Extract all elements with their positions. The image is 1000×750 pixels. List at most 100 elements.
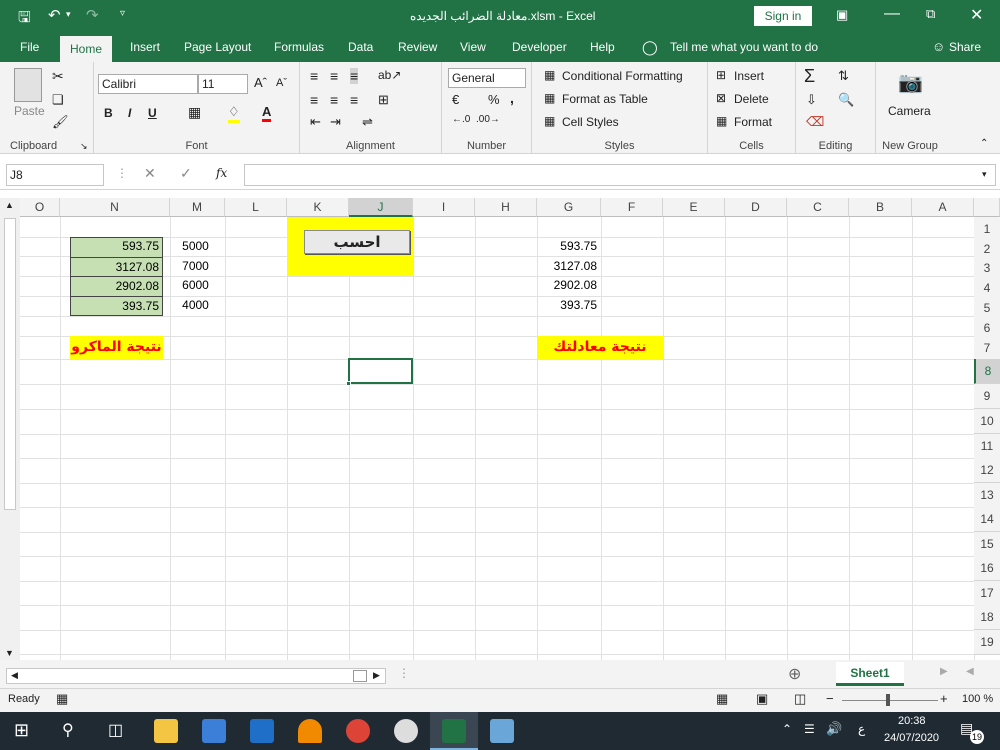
percent-button[interactable]: % [488,92,500,107]
fill-icon[interactable]: ⇩ [806,92,817,108]
cell-g3[interactable]: 3127.08 [537,257,601,276]
row-header[interactable]: 8 [974,359,1000,384]
borders-icon[interactable]: ▦ [188,104,201,121]
col-header-e[interactable]: E [663,198,725,217]
bottom-align-icon[interactable]: ≡ [350,68,359,84]
paste-icon[interactable] [14,68,42,102]
scroll-up-icon[interactable]: ▲ [5,200,14,210]
collapse-ribbon-icon[interactable]: ⌃ [980,138,988,149]
search-icon[interactable]: ⚲ [62,720,74,740]
vertical-scrollbar[interactable]: ▲ ▼ [0,198,20,660]
cancel-icon[interactable]: ✕ [144,165,156,182]
tab-help[interactable]: Help [588,32,617,62]
align-right-icon[interactable]: ≡ [350,92,358,108]
zoom-level[interactable]: 100 % [962,693,993,705]
col-header-c[interactable]: C [787,198,849,217]
tab-page-layout[interactable]: Page Layout [182,32,253,62]
zoom-out-icon[interactable]: − [826,691,834,706]
fill-color-icon[interactable]: ♢ [228,104,240,123]
active-cell-j8[interactable] [346,358,413,386]
clock-time[interactable]: 20:38 [898,715,926,727]
format-painter-icon[interactable]: 🖌 [52,114,69,130]
zoom-in-icon[interactable]: + [940,691,948,706]
save-icon[interactable]: 🖫 [18,7,31,32]
clock-date[interactable]: 24/07/2020 [884,732,939,744]
cell-n5[interactable]: 393.75 [70,296,163,315]
row-header[interactable]: 15 [974,532,1000,557]
orientation-icon[interactable]: ab↗ [378,68,401,82]
insert-function-button[interactable]: fx [216,166,227,180]
col-header-o[interactable]: O [20,198,60,217]
row-header[interactable]: 18 [974,605,1000,630]
align-center-icon[interactable]: ≡ [330,92,338,108]
format-as-table-button[interactable]: Format as Table [562,92,648,106]
cell-n2[interactable]: 593.75 [70,237,163,256]
calculate-button[interactable]: احسب [304,230,410,254]
redo-icon[interactable]: ↷ [86,6,99,24]
undo-dropdown-icon[interactable]: ▾ [66,9,71,20]
font-size-select[interactable]: 11 [198,74,248,94]
copy-icon[interactable]: ❏ [52,92,64,108]
number-format-select[interactable]: General [448,68,526,88]
tab-review[interactable]: Review [396,32,439,62]
scroll-down-icon[interactable]: ▼ [5,648,14,658]
tell-me-search[interactable]: Tell me what you want to do [668,32,820,62]
sign-in-button[interactable]: Sign in [754,6,812,26]
expand-formula-icon[interactable]: ▾ [982,169,987,180]
tab-insert[interactable]: Insert [128,32,162,62]
autosum-icon[interactable]: Σ [804,66,815,87]
app-icon[interactable] [490,719,514,743]
row-header[interactable]: 11 [974,434,1000,459]
restore-icon[interactable]: ⧉ [926,6,935,22]
share-button[interactable]: Share [947,32,983,62]
cell-m2[interactable]: 5000 [170,237,225,256]
comma-button[interactable]: , [510,90,514,106]
cell-m4[interactable]: 6000 [170,276,225,295]
col-header-k[interactable]: K [287,198,349,217]
increase-indent-icon[interactable]: ⇥ [330,114,341,130]
insert-cells-button[interactable]: Insert [734,69,764,83]
minimize-icon[interactable]: — [884,5,900,23]
decrease-decimal-icon[interactable]: .00→ [476,114,500,125]
tab-view[interactable]: View [458,32,488,62]
col-header-h[interactable]: H [475,198,537,217]
name-box[interactable]: J8 [6,164,104,186]
formula-input[interactable] [244,164,996,186]
volume-icon[interactable]: 🔊 [826,721,842,737]
horizontal-scrollbar[interactable]: ◀ ▶ [6,668,386,684]
row-header[interactable]: 7 [974,336,1000,361]
cut-icon[interactable]: ✂ [52,68,64,85]
cell-styles-button[interactable]: Cell Styles [562,115,619,129]
row-header[interactable]: 14 [974,507,1000,532]
tab-next-icon[interactable]: ▶ [940,666,948,677]
top-align-icon[interactable]: ≡ [310,68,318,84]
worksheet-grid[interactable]: ◢ O N M L K J I H G F E D C B A ▲ ▼ 1 2 … [0,198,1000,660]
col-header-d[interactable]: D [725,198,787,217]
cell-g2[interactable]: 593.75 [537,237,601,256]
row-header[interactable]: 17 [974,581,1000,606]
format-cells-button[interactable]: Format [734,115,772,129]
chrome-icon[interactable] [346,719,370,743]
col-header-f[interactable]: F [601,198,663,217]
mail-icon[interactable] [250,719,274,743]
horizontal-scroll-thumb[interactable] [353,670,367,682]
cell-m5[interactable]: 4000 [170,296,225,315]
row-header[interactable]: 16 [974,556,1000,581]
close-icon[interactable]: ✕ [970,5,983,25]
clipboard-launcher-icon[interactable]: ↘ [80,141,88,152]
language-indicator[interactable]: ع [858,722,865,736]
tab-home[interactable]: Home [60,36,113,62]
tab-file[interactable]: File [18,32,41,62]
enter-icon[interactable]: ✓ [180,165,192,182]
show-hidden-icons[interactable]: ⌃ [782,722,792,736]
scroll-left-icon[interactable]: ◀ [11,670,18,681]
find-select-icon[interactable]: 🔍 [838,92,854,108]
undo-icon[interactable]: ↶ [48,6,61,24]
italic-button[interactable]: I [128,106,131,120]
middle-align-icon[interactable]: ≡ [330,68,338,84]
tab-data[interactable]: Data [346,32,375,62]
decrease-indent-icon[interactable]: ⇤ [310,114,321,130]
col-header-g[interactable]: G [537,198,601,217]
col-header-l[interactable]: L [225,198,287,217]
delete-cells-button[interactable]: Delete [734,92,769,106]
